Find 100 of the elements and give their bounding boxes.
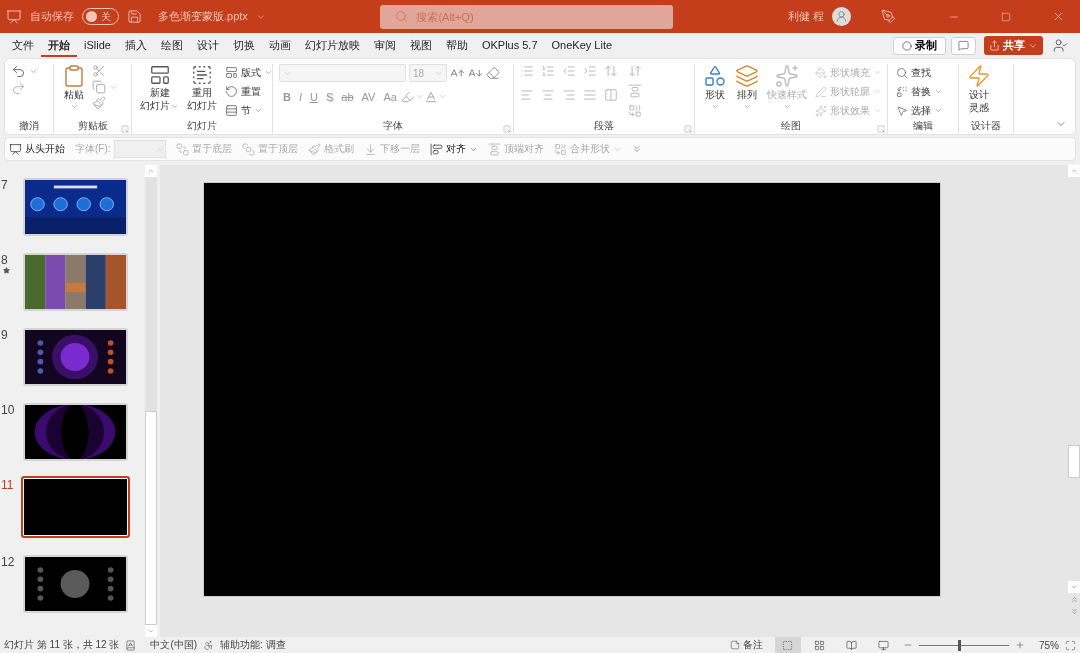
record-button[interactable]: 录制 <box>893 36 946 55</box>
shape-format-icon <box>815 85 827 98</box>
dialog-launcher-icon[interactable] <box>121 125 129 133</box>
ribbon-tab[interactable]: OneKey Lite <box>544 36 620 55</box>
group-label: 撤消 <box>19 119 39 133</box>
spelling-icon[interactable] <box>125 639 137 651</box>
format-painter-icon[interactable] <box>92 96 106 110</box>
coauthor-icon[interactable] <box>1053 38 1068 53</box>
editing-button[interactable]: 替换 <box>894 83 945 100</box>
chevron-icon[interactable] <box>264 68 273 77</box>
scrollbar-thumb[interactable] <box>145 410 157 625</box>
ribbon-tab[interactable]: 绘图 <box>153 34 190 57</box>
align-left-icon[interactable] <box>520 88 534 102</box>
slide-number: 10 <box>1 403 15 417</box>
bullets-icon[interactable] <box>520 64 534 78</box>
fit-to-window-icon[interactable] <box>1065 639 1076 651</box>
text-direction-icon[interactable] <box>628 64 642 78</box>
group-label: 字体 <box>383 119 403 133</box>
indent-decrease-icon[interactable] <box>562 64 576 78</box>
ribbon-tab[interactable]: 开始 <box>41 34 77 57</box>
indent-increase-icon[interactable] <box>583 64 597 78</box>
scroll-down-button[interactable] <box>145 625 157 637</box>
paste-button[interactable]: 粘贴 <box>60 64 88 111</box>
chevron-icon[interactable] <box>934 87 943 96</box>
app-icon[interactable] <box>6 8 22 25</box>
chevron-icon[interactable] <box>934 106 943 115</box>
drawing-button[interactable]: 形状 <box>701 64 729 111</box>
cut-icon[interactable] <box>92 64 106 78</box>
slide-option-button[interactable]: 版式 <box>223 64 275 81</box>
reuse-slides-button[interactable]: 重用 幻灯片 <box>185 64 219 112</box>
designer-button[interactable]: 设计 灵感 <box>965 64 993 114</box>
chevron-icon[interactable] <box>437 92 447 101</box>
zoom-thumb[interactable] <box>958 639 962 651</box>
slide-thumbnail[interactable] <box>21 476 130 538</box>
dialog-launcher-icon[interactable] <box>684 125 692 133</box>
clear-format-icon[interactable] <box>486 66 500 80</box>
copy-icon[interactable] <box>92 80 106 94</box>
chevron-icon[interactable] <box>29 67 38 76</box>
align-text-icon[interactable] <box>628 84 642 98</box>
dialog-launcher-icon[interactable] <box>877 125 885 133</box>
avatar[interactable] <box>832 7 851 26</box>
ribbon-tab[interactable]: 动画 <box>261 34 298 57</box>
scroll-up-button[interactable] <box>1068 165 1080 177</box>
ribbon-tab[interactable]: 切换 <box>225 34 262 57</box>
scroll-down-button[interactable] <box>1068 581 1080 593</box>
save-icon[interactable] <box>127 9 142 24</box>
customize-toolbar-icon[interactable] <box>631 144 642 154</box>
toolbar-button[interactable]: 对齐 <box>429 142 478 156</box>
dialog-launcher-icon[interactable] <box>503 125 511 133</box>
ribbon-tab[interactable]: 设计 <box>189 34 226 57</box>
pen-icon[interactable] <box>881 9 896 24</box>
group-label: 编辑 <box>913 119 933 133</box>
numbering-icon[interactable] <box>541 64 555 78</box>
ribbon-tab[interactable]: 帮助 <box>438 34 475 57</box>
editing-button[interactable]: 选择 <box>894 102 945 119</box>
drawing-button[interactable]: 排列 <box>733 64 761 111</box>
undo-icon[interactable] <box>11 64 26 79</box>
ribbon-tab[interactable]: 文件 <box>5 34 41 57</box>
ribbon-tab[interactable]: OKPlus 5.7 <box>474 36 545 55</box>
columns-icon[interactable] <box>604 88 618 102</box>
comments-button[interactable] <box>951 36 976 55</box>
ribbon-tab[interactable]: 插入 <box>117 34 154 57</box>
ribbon-tab[interactable]: 审阅 <box>366 34 403 57</box>
chevron-icon[interactable] <box>254 106 263 115</box>
chevron-icon[interactable] <box>414 92 424 101</box>
zoom-in-icon[interactable] <box>1015 640 1025 650</box>
view-button[interactable] <box>775 637 801 653</box>
redo-icon[interactable] <box>11 81 26 96</box>
font-field[interactable] <box>113 140 166 158</box>
slide-canvas[interactable] <box>203 181 941 597</box>
scroll-up-button[interactable] <box>145 165 157 177</box>
accessibility-status[interactable]: 辅助功能: 调查 <box>220 638 286 652</box>
ribbon-tab[interactable]: 视图 <box>402 34 439 57</box>
scrollbar-thumb[interactable] <box>1068 445 1080 479</box>
search-icon[interactable] <box>395 9 409 23</box>
align-right-icon[interactable] <box>562 88 576 102</box>
slide-option-button[interactable]: 节 <box>223 102 275 119</box>
highlighter-icon[interactable] <box>400 89 415 104</box>
slide-option-button[interactable]: 重置 <box>223 83 275 100</box>
font-name-field[interactable] <box>279 64 406 82</box>
notes-button[interactable]: 备注 <box>724 638 769 652</box>
search-field[interactable]: 搜索(Alt+Q) <box>380 4 674 29</box>
justify-icon[interactable] <box>583 88 597 102</box>
chevron-icon[interactable] <box>69 102 79 111</box>
font-color-icon[interactable] <box>423 89 438 104</box>
editing-button[interactable]: 查找 <box>894 64 945 81</box>
line-spacing-icon[interactable] <box>604 64 618 78</box>
share-button[interactable]: 共享 <box>984 36 1043 55</box>
zoom-level[interactable]: 75% <box>1039 639 1059 651</box>
ribbon-tab[interactable]: 幻灯片放映 <box>297 34 367 57</box>
new-slide-button[interactable]: 新建 幻灯片 <box>138 64 181 112</box>
ribbon-tab[interactable]: iSlide <box>77 36 118 55</box>
smartart-icon[interactable] <box>628 104 642 118</box>
accessibility-icon[interactable] <box>203 639 215 651</box>
language[interactable]: 中文(中国) <box>150 638 198 652</box>
chevron-icon[interactable] <box>710 102 720 111</box>
slide-option-icon <box>225 85 238 98</box>
align-center-icon[interactable] <box>541 88 555 102</box>
toolbar-button[interactable]: 从头开始 <box>9 142 65 156</box>
chevron-icon[interactable] <box>742 102 752 111</box>
